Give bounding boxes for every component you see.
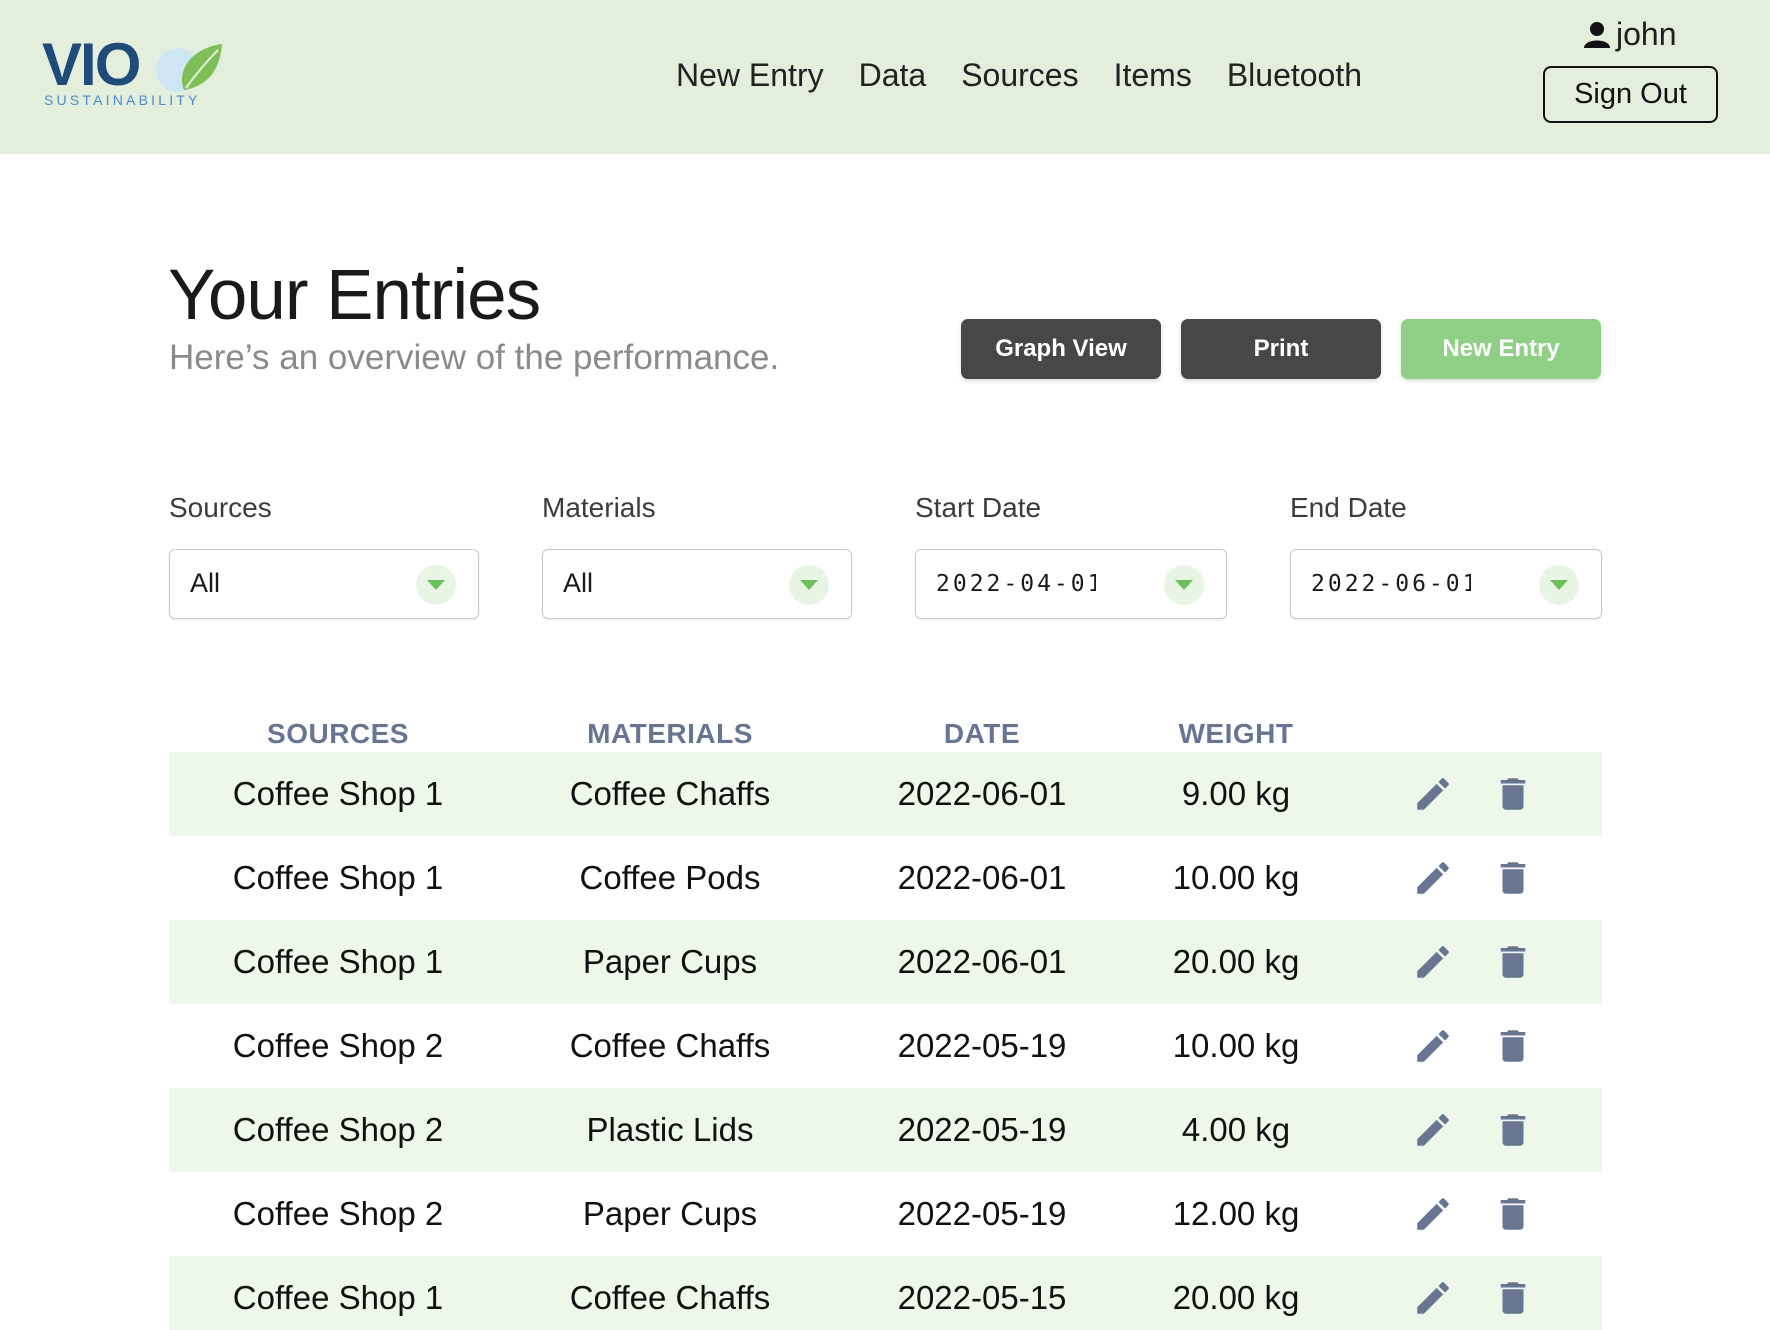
- table-row: Coffee Shop 1 Coffee Chaffs 2022-06-01 9…: [169, 752, 1602, 836]
- chevron-down-icon: [416, 565, 456, 605]
- sign-out-button[interactable]: Sign Out: [1543, 66, 1718, 123]
- trash-icon[interactable]: [1492, 1193, 1534, 1235]
- nav-new-entry[interactable]: New Entry: [676, 52, 824, 98]
- logo-text: VIO: [42, 31, 141, 98]
- cell-weight: 12.00 kg: [1172, 1195, 1300, 1232]
- trash-icon[interactable]: [1492, 941, 1534, 983]
- table-row: Coffee Shop 1 Paper Cups 2022-06-01 20.0…: [169, 920, 1602, 1004]
- cell-weight: 20.00 kg: [1172, 1279, 1300, 1316]
- pencil-icon[interactable]: [1412, 857, 1454, 899]
- chevron-down-icon: [789, 565, 829, 605]
- cell-material: Coffee Pods: [579, 859, 761, 896]
- start-date-label: Start Date: [915, 492, 1042, 523]
- pencil-icon[interactable]: [1412, 1109, 1454, 1151]
- nav-bluetooth[interactable]: Bluetooth: [1227, 52, 1362, 98]
- page-title: Your Entries: [168, 256, 541, 335]
- cell-source: Coffee Shop 1: [232, 859, 444, 896]
- cell-weight: 20.00 kg: [1172, 943, 1300, 980]
- cell-material: Coffee Chaffs: [569, 1279, 771, 1316]
- sources-filter-label: Sources: [169, 492, 272, 523]
- main-nav: New Entry Data Sources Items Bluetooth: [676, 52, 1362, 98]
- start-date-input[interactable]: 2022-04-01: [915, 549, 1227, 619]
- cell-date: 2022-06-01: [897, 775, 1067, 812]
- chevron-down-icon: [1164, 565, 1204, 605]
- username: john: [1616, 16, 1677, 52]
- cell-source: Coffee Shop 1: [232, 775, 444, 812]
- chevron-down-icon: [1539, 565, 1579, 605]
- trash-icon[interactable]: [1492, 1109, 1534, 1151]
- column-header-date: DATE: [943, 718, 1021, 749]
- nav-items[interactable]: Items: [1114, 52, 1192, 98]
- pencil-icon[interactable]: [1412, 1193, 1454, 1235]
- cell-material: Coffee Chaffs: [569, 775, 771, 812]
- print-button[interactable]: Print: [1181, 319, 1381, 379]
- table-row: Coffee Shop 2 Plastic Lids 2022-05-19 4.…: [169, 1088, 1602, 1172]
- cell-material: Coffee Chaffs: [569, 1027, 771, 1064]
- page-subtitle: Here’s an overview of the performance.: [169, 338, 780, 377]
- cell-source: Coffee Shop 1: [232, 943, 444, 980]
- pencil-icon[interactable]: [1412, 941, 1454, 983]
- user-menu: john: [1582, 16, 1677, 53]
- column-header-sources: SOURCES: [267, 718, 409, 749]
- top-header: VIO SUSTAINABILITY New Entry Data Source…: [0, 0, 1770, 154]
- cell-material: Paper Cups: [582, 943, 758, 980]
- cell-date: 2022-05-15: [897, 1279, 1067, 1316]
- materials-select[interactable]: All: [542, 549, 852, 619]
- cell-date: 2022-06-01: [897, 859, 1067, 896]
- cell-source: Coffee Shop 2: [232, 1195, 444, 1232]
- logo[interactable]: VIO SUSTAINABILITY: [42, 34, 222, 114]
- new-entry-button[interactable]: New Entry: [1401, 319, 1601, 379]
- nav-data[interactable]: Data: [859, 52, 927, 98]
- sources-select[interactable]: All: [169, 549, 479, 619]
- table-row: Coffee Shop 1 Coffee Chaffs 2022-05-15 2…: [169, 1256, 1602, 1330]
- cell-material: Plastic Lids: [586, 1111, 754, 1148]
- materials-filter-label: Materials: [542, 492, 656, 523]
- table-row: Coffee Shop 1 Coffee Pods 2022-06-01 10.…: [169, 836, 1602, 920]
- trash-icon[interactable]: [1492, 1277, 1534, 1319]
- cell-source: Coffee Shop 2: [232, 1111, 444, 1148]
- table-row: Coffee Shop 2 Paper Cups 2022-05-19 12.0…: [169, 1172, 1602, 1256]
- cell-weight: 9.00 kg: [1181, 775, 1291, 812]
- column-header-materials: MATERIALS: [587, 718, 753, 749]
- sources-select-value: All: [190, 568, 221, 598]
- end-date-value: 2022-06-01: [1311, 571, 1471, 597]
- cell-weight: 4.00 kg: [1181, 1111, 1291, 1148]
- start-date-value: 2022-04-01: [936, 571, 1096, 597]
- nav-sources[interactable]: Sources: [961, 52, 1078, 98]
- cell-date: 2022-05-19: [897, 1195, 1067, 1232]
- user-icon: [1584, 21, 1610, 48]
- end-date-label: End Date: [1290, 492, 1407, 523]
- cell-date: 2022-06-01: [897, 943, 1067, 980]
- cell-source: Coffee Shop 1: [232, 1279, 444, 1316]
- cell-material: Paper Cups: [582, 1195, 758, 1232]
- graph-view-button[interactable]: Graph View: [961, 319, 1161, 379]
- trash-icon[interactable]: [1492, 1025, 1534, 1067]
- cell-weight: 10.00 kg: [1172, 859, 1300, 896]
- cell-date: 2022-05-19: [897, 1027, 1067, 1064]
- pencil-icon[interactable]: [1412, 1277, 1454, 1319]
- column-header-weight: WEIGHT: [1178, 718, 1294, 749]
- logo-tagline: SUSTAINABILITY: [44, 92, 201, 108]
- end-date-input[interactable]: 2022-06-01: [1290, 549, 1602, 619]
- pencil-icon[interactable]: [1412, 1025, 1454, 1067]
- trash-icon[interactable]: [1492, 773, 1534, 815]
- pencil-icon[interactable]: [1412, 773, 1454, 815]
- leaf-logo-icon: [156, 44, 222, 92]
- cell-source: Coffee Shop 2: [232, 1027, 444, 1064]
- materials-select-value: All: [563, 568, 594, 598]
- table-row: Coffee Shop 2 Coffee Chaffs 2022-05-19 1…: [169, 1004, 1602, 1088]
- cell-date: 2022-05-19: [897, 1111, 1067, 1148]
- cell-weight: 10.00 kg: [1172, 1027, 1300, 1064]
- trash-icon[interactable]: [1492, 857, 1534, 899]
